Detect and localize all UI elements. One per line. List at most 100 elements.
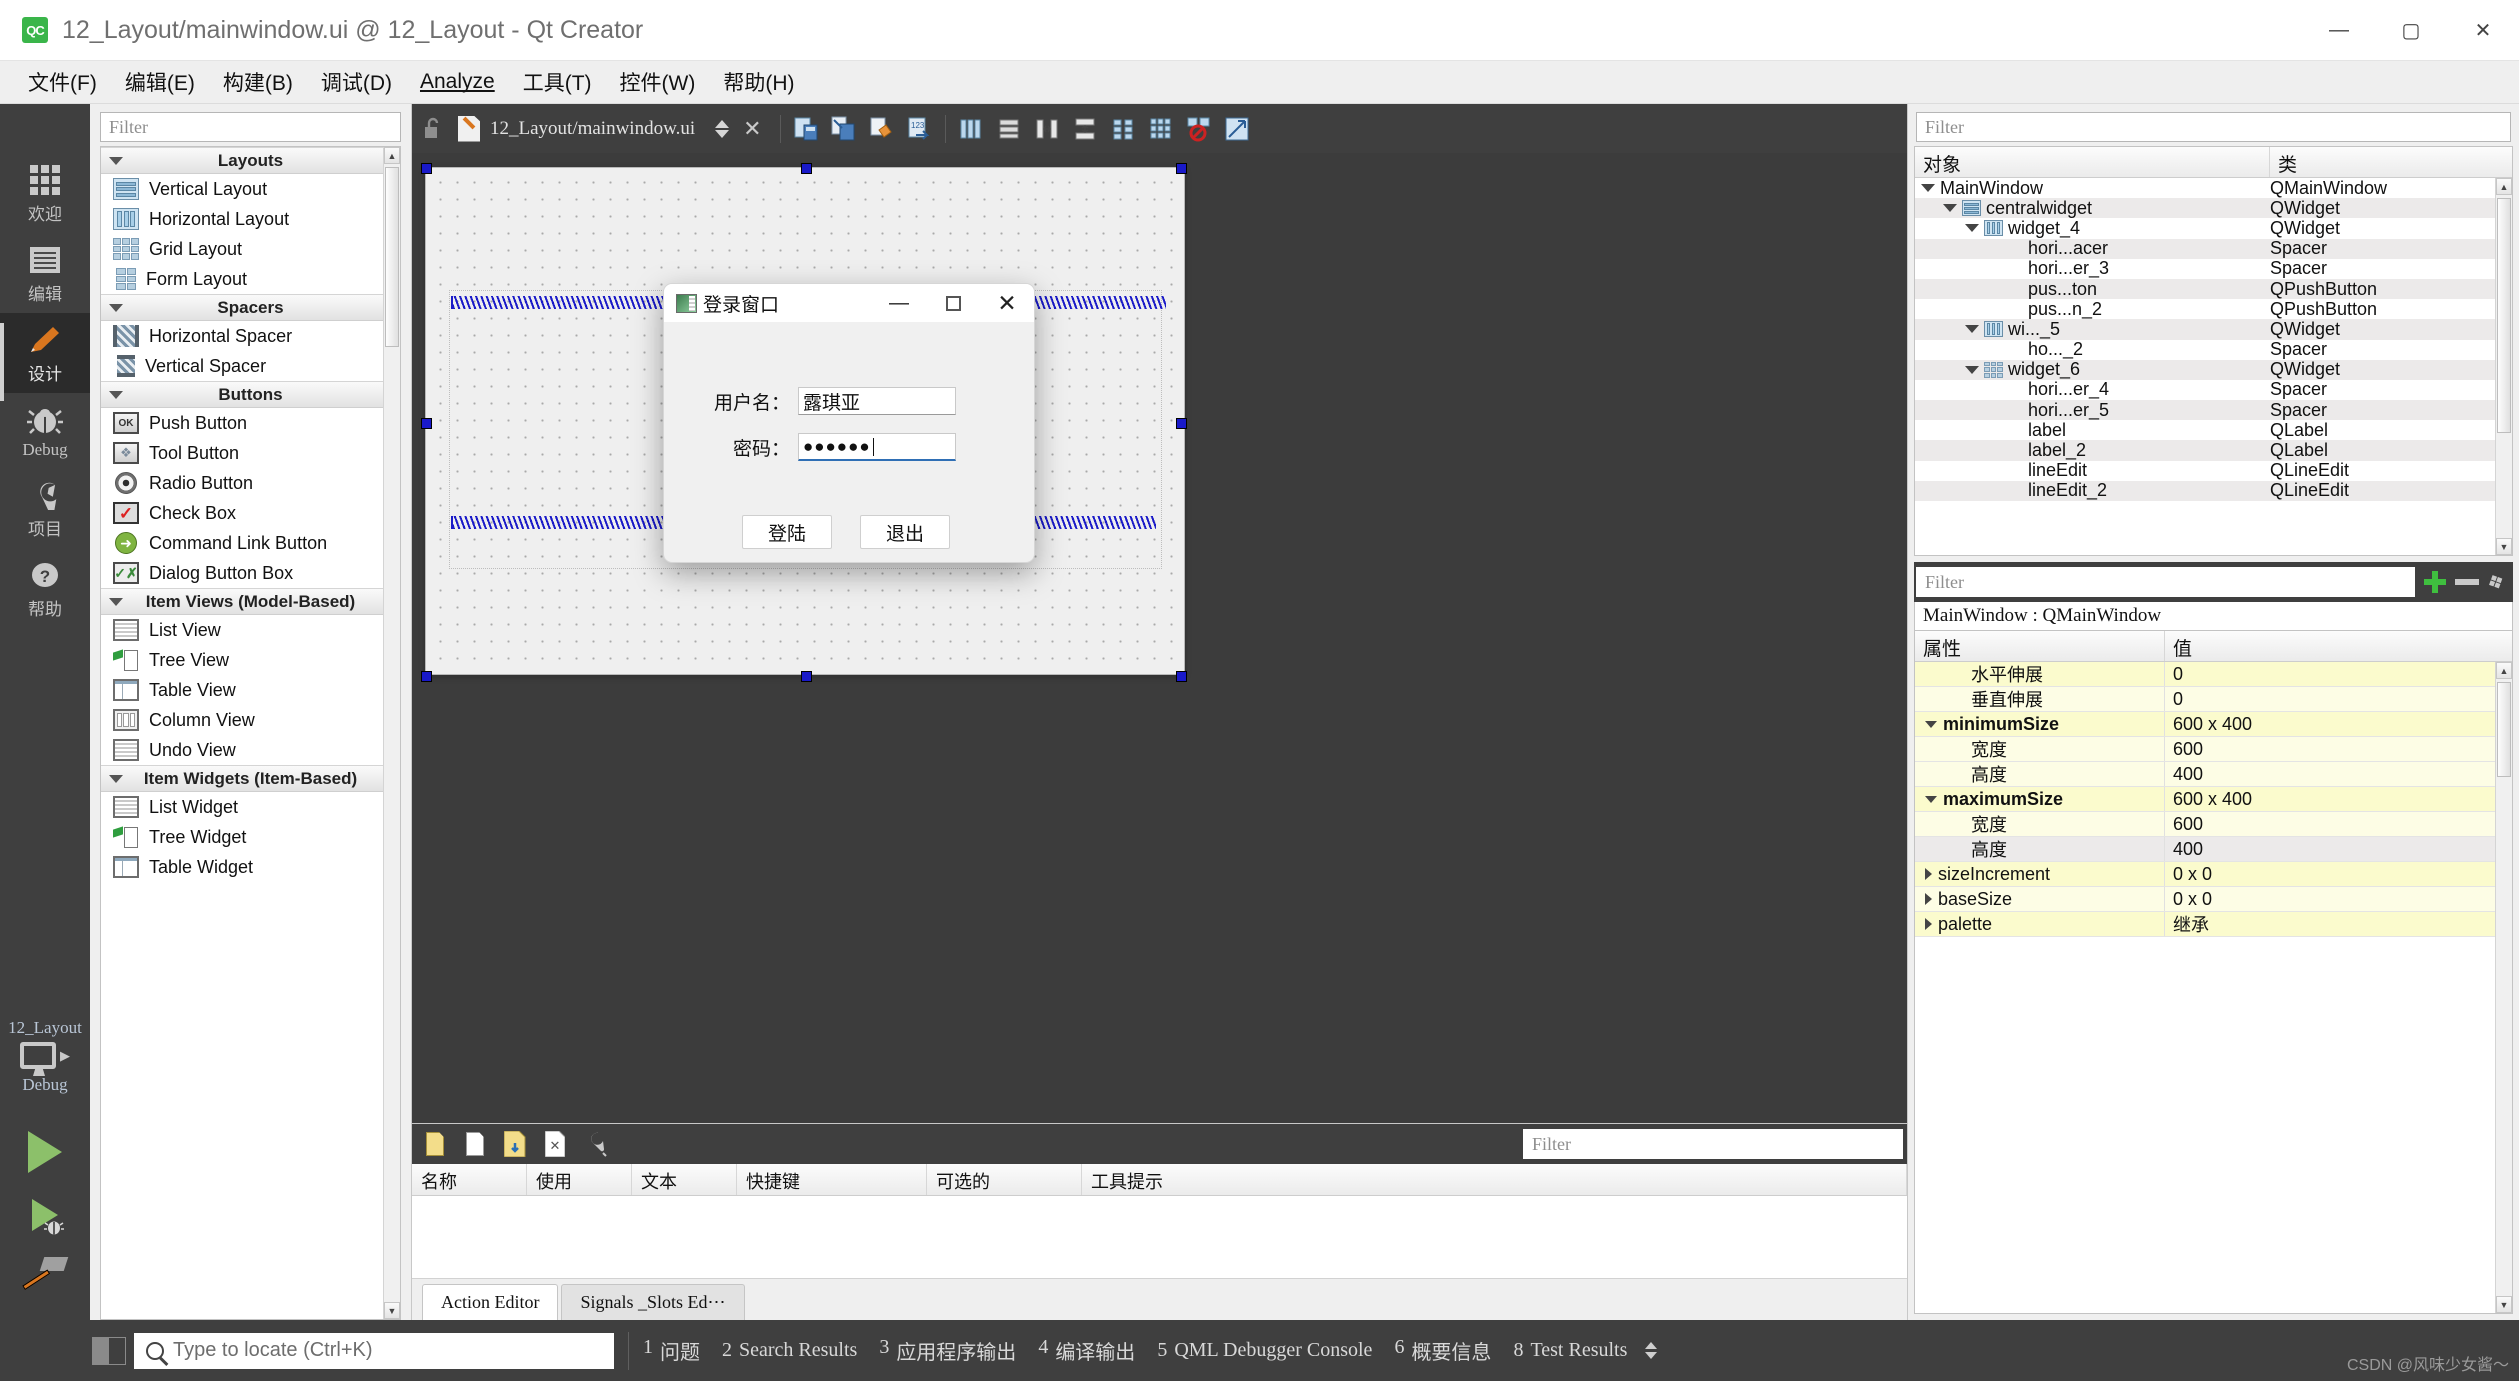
widget-box-filter-input[interactable]: Filter (100, 112, 401, 142)
sidebar-toggle-icon[interactable] (92, 1336, 126, 1365)
object-row[interactable]: hori...er_5 Spacer (1915, 400, 2512, 421)
output-tab[interactable]: 6 概要信息 (1394, 1336, 1491, 1365)
property-row[interactable]: 垂直伸展 0 (1915, 687, 2512, 712)
object-row[interactable]: widget_6 QWidget (1915, 359, 2512, 380)
edit-action-icon[interactable] (582, 1131, 608, 1157)
widget-item-undo-view[interactable]: Undo View (101, 735, 400, 765)
copy-action-icon[interactable] (462, 1131, 488, 1157)
login-button[interactable]: 登陆 (742, 515, 832, 549)
menu-build[interactable]: 构建(B) (209, 63, 307, 101)
category-item-widgets[interactable]: Item Widgets (Item-Based) (101, 765, 400, 792)
login-dialog-preview[interactable]: 登录窗口 — ✕ 用户名： 露琪亚 密码： ●●●●●● 登陆 退出 (663, 283, 1035, 563)
property-value[interactable]: 400 (2165, 762, 2512, 786)
spin-updown-icon[interactable] (715, 119, 730, 138)
dialog-minimize-button[interactable]: — (872, 284, 926, 322)
widget-item-dialog-button-box[interactable]: ✓✗ Dialog Button Box (101, 558, 400, 588)
paste-action-icon[interactable] (502, 1131, 528, 1157)
property-editor-scrollbar[interactable]: ▲ ▼ (2495, 662, 2512, 1313)
widget-item-vertical-layout[interactable]: Vertical Layout (101, 174, 400, 204)
scroll-down-icon[interactable]: ▼ (2496, 538, 2512, 555)
wrench-icon[interactable]: ❖ (2483, 567, 2510, 597)
column-property[interactable]: 属性 (1915, 631, 2165, 661)
chevron-right-icon[interactable] (1925, 868, 1932, 880)
object-row[interactable]: pus...ton QPushButton (1915, 279, 2512, 300)
resize-handle-tl[interactable] (421, 163, 432, 174)
run-debug-icon[interactable] (32, 1199, 64, 1235)
output-tab[interactable]: 8 Test Results (1513, 1339, 1627, 1362)
property-row[interactable]: 宽度 600 (1915, 737, 2512, 762)
widget-box-scrollbar[interactable]: ▲ ▼ (383, 147, 400, 1319)
widget-item-tree-widget[interactable]: Tree Widget (101, 822, 400, 852)
delete-action-icon[interactable]: ✕ (542, 1131, 568, 1157)
widget-item-vertical-spacer[interactable]: Vertical Spacer (101, 351, 400, 381)
column-name[interactable]: 名称 (412, 1164, 527, 1195)
object-row[interactable]: hori...er_3 Spacer (1915, 258, 2512, 279)
widget-item-list-view[interactable]: List View (101, 615, 400, 645)
scroll-up-icon[interactable]: ▲ (2496, 662, 2512, 679)
object-row[interactable]: hori...acer Spacer (1915, 238, 2512, 259)
widget-item-radio-button[interactable]: Radio Button (101, 468, 400, 498)
menu-file[interactable]: 文件(F) (14, 63, 111, 101)
object-row[interactable]: lineEdit QLineEdit (1915, 460, 2512, 481)
chevron-down-icon[interactable] (1921, 184, 1935, 193)
widget-item-push-button[interactable]: OK Push Button (101, 408, 400, 438)
object-inspector[interactable]: 对象 类 MainWindow QMainWindow centralwidget Q… (1914, 146, 2513, 556)
close-button[interactable]: ✕ (2447, 0, 2519, 60)
object-row[interactable]: ho..._2 Spacer (1915, 339, 2512, 360)
output-tab[interactable]: 2 Search Results (722, 1339, 857, 1362)
output-tab[interactable]: 3 应用程序输出 (879, 1336, 1016, 1365)
property-value[interactable]: 0 (2165, 687, 2512, 711)
mode-projects[interactable]: 项目 (0, 468, 90, 548)
category-spacers[interactable]: Spacers (101, 294, 400, 321)
output-pane-updown-icon[interactable] (1645, 1342, 1658, 1359)
column-value[interactable]: 值 (2165, 631, 2512, 661)
column-class[interactable]: 类 (2270, 147, 2512, 177)
chevron-right-icon[interactable] (1925, 918, 1932, 930)
menu-debug[interactable]: 调试(D) (307, 63, 406, 101)
column-used[interactable]: 使用 (527, 1164, 632, 1195)
scroll-up-icon[interactable]: ▲ (2496, 178, 2512, 195)
property-value[interactable]: 400 (2165, 837, 2512, 861)
property-editor[interactable]: 属性 值 水平伸展 0 垂直伸展 0 minimumSize 600 x 400 宽度 600… (1914, 631, 2513, 1314)
menu-edit[interactable]: 编辑(E) (111, 63, 209, 101)
layout-grid-icon[interactable] (1144, 113, 1178, 145)
property-row[interactable]: palette 继承 (1915, 912, 2512, 937)
property-value[interactable]: 0 (2165, 662, 2512, 686)
property-value[interactable]: 600 (2165, 812, 2512, 836)
exit-button[interactable]: 退出 (860, 515, 950, 549)
widget-box-list[interactable]: Layouts Vertical Layout Horizontal Layou… (100, 146, 401, 1320)
category-buttons[interactable]: Buttons (101, 381, 400, 408)
column-text[interactable]: 文本 (632, 1164, 737, 1195)
edit-buddies-icon[interactable] (865, 113, 899, 145)
widget-item-check-box[interactable]: ✓ Check Box (101, 498, 400, 528)
mode-edit[interactable]: 编辑 (0, 233, 90, 313)
resize-handle-ml[interactable] (421, 418, 432, 429)
layout-in-splitter-v-icon[interactable] (1068, 113, 1102, 145)
resize-handle-mr[interactable] (1176, 418, 1187, 429)
locator-input[interactable]: Type to locate (Ctrl+K) (134, 1332, 614, 1369)
category-layouts[interactable]: Layouts (101, 147, 400, 174)
property-row[interactable]: baseSize 0 x 0 (1915, 887, 2512, 912)
break-layout-icon[interactable] (1182, 113, 1216, 145)
edit-tab-order-icon[interactable]: 123 (903, 113, 937, 145)
widget-item-tool-button[interactable]: ❖ Tool Button (101, 438, 400, 468)
property-editor-rows[interactable]: 水平伸展 0 垂直伸展 0 minimumSize 600 x 400 宽度 600 高度 400… (1915, 662, 2512, 937)
property-row[interactable]: sizeIncrement 0 x 0 (1915, 862, 2512, 887)
object-row[interactable]: hori...er_4 Spacer (1915, 379, 2512, 400)
property-value[interactable]: 600 (2165, 737, 2512, 761)
form-window[interactable]: 登录窗口 — ✕ 用户名： 露琪亚 密码： ●●●●●● 登陆 退出 (421, 163, 1187, 682)
property-value[interactable]: 0 x 0 (2165, 862, 2512, 886)
scrollbar-thumb[interactable] (2497, 682, 2511, 777)
adjust-size-icon[interactable] (1220, 113, 1254, 145)
property-row[interactable]: 水平伸展 0 (1915, 662, 2512, 687)
tab-action-editor[interactable]: Action Editor (422, 1284, 559, 1320)
password-input[interactable]: ●●●●●● (798, 433, 956, 461)
resize-handle-br[interactable] (1176, 671, 1187, 682)
layout-horizontally-icon[interactable] (954, 113, 988, 145)
property-row[interactable]: 宽度 600 (1915, 812, 2512, 837)
object-row[interactable]: label_2 QLabel (1915, 440, 2512, 461)
property-row[interactable]: 高度 400 (1915, 762, 2512, 787)
mode-help[interactable]: ? 帮助 (0, 548, 90, 628)
property-filter-input[interactable]: Filter (1916, 567, 2416, 597)
run-icon[interactable] (28, 1131, 62, 1173)
